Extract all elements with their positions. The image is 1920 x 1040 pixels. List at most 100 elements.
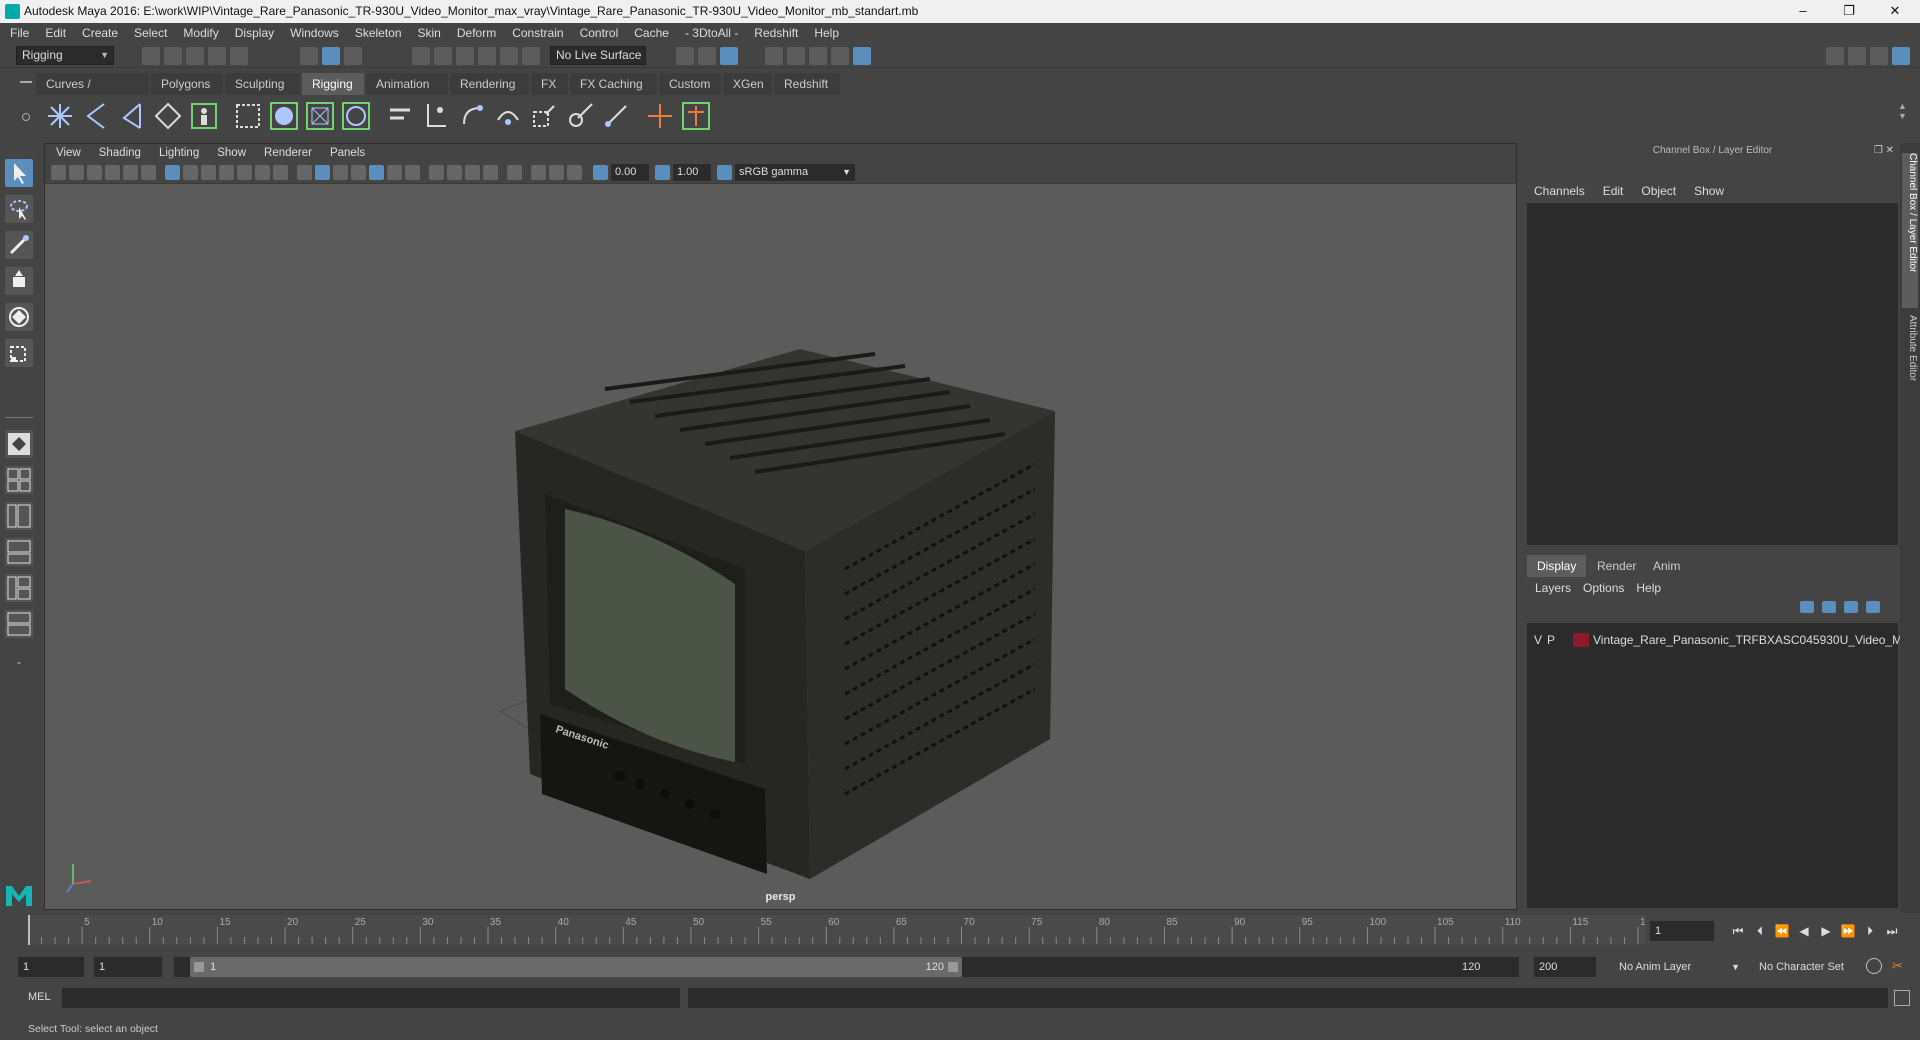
outliner-graph-layout-icon[interactable] xyxy=(5,574,33,602)
redo-icon[interactable] xyxy=(230,47,248,65)
range-slider-handle[interactable]: 1 120 xyxy=(190,957,962,977)
auto-key-icon[interactable] xyxy=(1866,958,1882,974)
depth-of-field-icon[interactable] xyxy=(483,165,498,180)
side-tab-channel-box[interactable]: Channel Box / Layer Editor xyxy=(1902,153,1918,308)
cb-menu-channels[interactable]: Channels xyxy=(1525,184,1594,198)
motion-blur-icon[interactable] xyxy=(447,165,462,180)
shelf-scroll-arrows[interactable]: ▲ ▼ xyxy=(1898,101,1908,133)
joint-tool-icon[interactable] xyxy=(44,100,76,132)
move-tool-icon[interactable] xyxy=(5,267,33,295)
wireframe-on-shaded-icon[interactable] xyxy=(351,165,366,180)
vp-menu-shading[interactable]: Shading xyxy=(90,144,150,162)
select-hierarchy-icon[interactable] xyxy=(300,47,318,65)
toolbox-more-icon[interactable]: - xyxy=(9,655,29,675)
custom-layout-icon[interactable] xyxy=(5,610,33,638)
save-scene-icon[interactable] xyxy=(186,47,204,65)
menu-help[interactable]: Help xyxy=(806,23,847,44)
point-constraint-icon[interactable] xyxy=(456,100,488,132)
tab-rendering[interactable]: Rendering xyxy=(450,73,529,95)
tab-render[interactable]: Render xyxy=(1587,555,1646,577)
menu-control[interactable]: Control xyxy=(572,23,627,44)
menu-constrain[interactable]: Constrain xyxy=(504,23,571,44)
curve-warp-icon[interactable] xyxy=(680,100,712,132)
wrap-deformer-icon[interactable] xyxy=(340,100,372,132)
grease-pencil-icon[interactable] xyxy=(141,165,156,180)
gate-mask-icon[interactable] xyxy=(219,165,234,180)
open-scene-icon[interactable] xyxy=(164,47,182,65)
grid-toggle-icon[interactable] xyxy=(165,165,180,180)
tab-animation[interactable]: Animation xyxy=(366,73,448,95)
command-language-label[interactable]: MEL xyxy=(28,991,51,1003)
snap-curve-icon[interactable] xyxy=(434,47,452,65)
step-back-frame-icon[interactable]: ⏴ xyxy=(1752,923,1768,939)
tab-sculpting[interactable]: Sculpting xyxy=(225,73,300,95)
color-management-icon[interactable] xyxy=(717,165,732,180)
persp-graph-layout-icon[interactable] xyxy=(5,538,33,566)
channel-box-icon[interactable] xyxy=(1892,47,1910,65)
textured-icon[interactable] xyxy=(369,165,384,180)
tab-polygons[interactable]: Polygons xyxy=(151,73,223,95)
snap-point-icon[interactable] xyxy=(456,47,474,65)
play-backwards-icon[interactable]: ◀ xyxy=(1796,923,1812,939)
use-all-lights-icon[interactable] xyxy=(387,165,402,180)
step-forward-frame-icon[interactable]: ⏵ xyxy=(1862,923,1878,939)
animation-end-field[interactable]: 200 xyxy=(1534,957,1596,977)
close-button[interactable]: ✕ xyxy=(1872,0,1918,23)
parent-constraint-icon[interactable] xyxy=(420,100,452,132)
create-cluster-icon[interactable] xyxy=(152,100,184,132)
tab-redshift[interactable]: Redshift xyxy=(774,73,840,95)
snap-edge-icon[interactable] xyxy=(522,47,540,65)
play-forwards-icon[interactable]: ▶ xyxy=(1818,923,1834,939)
image-plane-icon[interactable] xyxy=(105,165,120,180)
exposure-icon[interactable] xyxy=(593,165,608,180)
viewport-panel[interactable]: View Shading Lighting Show Renderer Pane… xyxy=(44,143,1517,910)
humanik-icon[interactable] xyxy=(188,100,220,132)
tab-fx-caching[interactable]: FX Caching xyxy=(570,73,657,95)
le-menu-layers[interactable]: Layers xyxy=(1529,581,1577,595)
menu-edit[interactable]: Edit xyxy=(37,23,74,44)
script-editor-icon[interactable] xyxy=(1894,990,1910,1006)
paint-select-icon[interactable] xyxy=(5,231,33,259)
film-gate-icon[interactable] xyxy=(183,165,198,180)
menu-set-dropdown[interactable]: Rigging ▼ xyxy=(16,46,114,65)
gamma-icon[interactable] xyxy=(655,165,670,180)
minimize-button[interactable]: – xyxy=(1780,0,1826,23)
lasso-tool-icon[interactable] xyxy=(5,195,33,223)
ipr-render-icon[interactable] xyxy=(809,47,827,65)
render-view-icon[interactable] xyxy=(765,47,783,65)
menu-skeleton[interactable]: Skeleton xyxy=(347,23,410,44)
snap-grid-icon[interactable] xyxy=(412,47,430,65)
single-perspective-layout-icon[interactable] xyxy=(5,430,33,458)
maximize-button[interactable]: ❐ xyxy=(1826,0,1872,23)
new-layer-icon[interactable] xyxy=(1844,601,1858,613)
menu-3dtoall[interactable]: - 3DtoAll - xyxy=(677,23,746,44)
four-view-layout-icon[interactable] xyxy=(5,466,33,494)
hypershade-icon[interactable] xyxy=(853,47,871,65)
layer-playback-toggle[interactable]: P xyxy=(1547,633,1555,647)
menu-file[interactable]: File xyxy=(2,23,37,44)
2d-pan-zoom-icon[interactable] xyxy=(123,165,138,180)
range-end-grip[interactable] xyxy=(948,962,958,972)
current-frame-field[interactable]: 1 xyxy=(1650,921,1714,941)
playback-start-field[interactable]: 1 xyxy=(94,957,162,977)
select-object-icon[interactable] xyxy=(322,47,340,65)
menu-create[interactable]: Create xyxy=(74,23,126,44)
le-menu-options[interactable]: Options xyxy=(1577,581,1630,595)
move-layer-down-icon[interactable] xyxy=(1822,601,1836,613)
lattice-icon[interactable] xyxy=(304,100,336,132)
camera-select-icon[interactable] xyxy=(51,165,66,180)
xray-active-icon[interactable] xyxy=(549,165,564,180)
cb-menu-object[interactable]: Object xyxy=(1632,184,1685,198)
anti-aliasing-icon[interactable] xyxy=(465,165,480,180)
go-to-start-icon[interactable]: ⏮ xyxy=(1730,923,1746,939)
menu-modify[interactable]: Modify xyxy=(175,23,226,44)
modeling-toolkit-icon[interactable] xyxy=(1826,47,1844,65)
exposure-field[interactable]: 0.00 xyxy=(611,164,649,181)
aim-constraint-icon[interactable] xyxy=(564,100,596,132)
tab-display[interactable]: Display xyxy=(1527,555,1587,577)
tab-curves-surfaces[interactable]: Curves / Surfaces xyxy=(36,73,149,113)
select-component-icon[interactable] xyxy=(344,47,362,65)
gamma-field[interactable]: 1.00 xyxy=(673,164,711,181)
safe-title-icon[interactable] xyxy=(273,165,288,180)
move-layer-up-icon[interactable] xyxy=(1800,601,1814,613)
